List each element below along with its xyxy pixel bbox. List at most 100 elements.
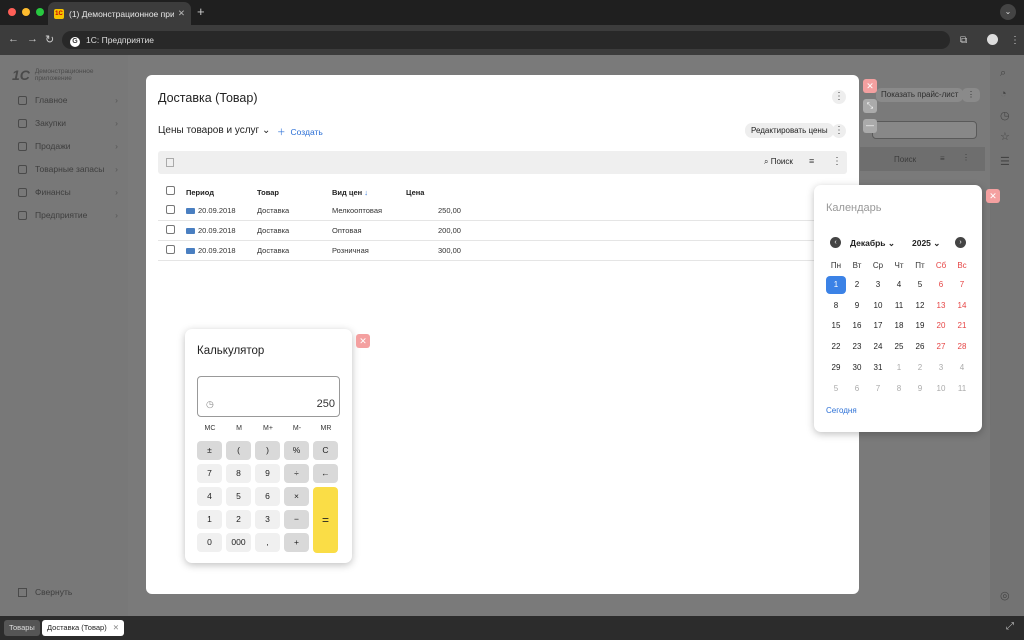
calendar-day[interactable]: 7 (952, 276, 972, 294)
background-select[interactable] (872, 121, 977, 139)
key-decimal[interactable]: , (255, 533, 280, 552)
sidebar-item-sales[interactable]: Продажи › (18, 141, 118, 151)
key-plus-minus[interactable]: ± (197, 441, 222, 460)
key-divide[interactable]: ÷ (284, 464, 309, 483)
key-minus[interactable]: − (284, 510, 309, 529)
calendar-day[interactable]: 2 (910, 359, 930, 377)
calendar-day[interactable]: 1 (889, 359, 909, 377)
expand-icon[interactable]: ⤡ (863, 99, 877, 113)
calendar-day[interactable]: 4 (889, 276, 909, 294)
memory-button[interactable]: M (226, 422, 252, 436)
user-icon[interactable]: ◎ (1000, 589, 1010, 602)
key-7[interactable]: 7 (197, 464, 222, 483)
sidebar-item-main[interactable]: Главное › (18, 95, 118, 105)
calendar-day[interactable]: 24 (868, 338, 888, 356)
sidebar-item-inventory[interactable]: Товарные запасы › (18, 164, 118, 174)
calendar-day[interactable]: 14 (952, 297, 972, 315)
search-icon[interactable]: ⌕ (1000, 67, 1006, 80)
calendar-day[interactable]: 19 (910, 317, 930, 335)
key-4[interactable]: 4 (197, 487, 222, 506)
window-tab-goods[interactable]: Товары (4, 620, 40, 636)
reload-icon[interactable]: ↻ (45, 33, 54, 46)
calendar-day[interactable]: 8 (826, 297, 846, 315)
key-5[interactable]: 5 (226, 487, 251, 506)
chart-icon[interactable]: ⤢ (1006, 621, 1014, 632)
calendar-day[interactable]: 2 (847, 276, 867, 294)
sidebar-item-purchases[interactable]: Закупки › (18, 118, 118, 128)
calendar-day[interactable]: 3 (868, 276, 888, 294)
sidebar-item-finance[interactable]: Финансы › (18, 187, 118, 197)
table-row[interactable]: 20.09.2018 Доставка Розничная 300,00 (158, 241, 847, 261)
today-link[interactable]: Сегодня (826, 406, 857, 415)
key-backspace[interactable]: ← (313, 464, 338, 483)
key-clear[interactable]: C (313, 441, 338, 460)
window-tab-delivery[interactable]: Доставка (Товар) ✕ (42, 620, 125, 636)
key-plus[interactable]: + (284, 533, 309, 552)
tab-search-button[interactable]: ⌄ (1000, 4, 1016, 20)
key-1[interactable]: 1 (197, 510, 222, 529)
address-bar[interactable]: G 1С: Предприятие (62, 31, 950, 49)
key-2[interactable]: 2 (226, 510, 251, 529)
key-open-paren[interactable]: ( (226, 441, 251, 460)
key-9[interactable]: 9 (255, 464, 280, 483)
calendar-day[interactable]: 28 (952, 338, 972, 356)
copy-icon[interactable] (166, 158, 174, 167)
key-close-paren[interactable]: ) (255, 441, 280, 460)
close-tab-icon[interactable]: ✕ (178, 8, 185, 19)
calendar-day[interactable]: 10 (931, 380, 951, 398)
key-8[interactable]: 8 (226, 464, 251, 483)
calendar-day[interactable]: 17 (868, 317, 888, 335)
row-checkbox[interactable] (166, 225, 175, 234)
calendar-day[interactable]: 6 (931, 276, 951, 294)
calendar-day[interactable]: 5 (826, 380, 846, 398)
zoom-window-button[interactable] (36, 8, 44, 16)
calendar-day[interactable]: 23 (847, 338, 867, 356)
calendar-day[interactable]: 21 (952, 317, 972, 335)
close-calculator-button[interactable]: ✕ (356, 334, 370, 348)
close-window-button[interactable] (8, 8, 16, 16)
calendar-day[interactable]: 4 (952, 359, 972, 377)
table-row[interactable]: 20.09.2018 Доставка Оптовая 200,00 (158, 221, 847, 241)
calendar-day[interactable]: 8 (889, 380, 909, 398)
show-price-list-button[interactable]: Показать прайс-лист (876, 88, 964, 102)
calendar-day[interactable]: 3 (931, 359, 951, 377)
memory-clear-button[interactable]: MC (197, 422, 223, 436)
column-item[interactable]: Товар (257, 188, 279, 197)
section-more-button[interactable]: ⋮ (832, 124, 846, 138)
sidebar-item-enterprise[interactable]: Предприятие › (18, 210, 118, 220)
create-button[interactable]: ＋ Создать (277, 126, 323, 138)
filter-icon[interactable]: ≡ (809, 156, 814, 166)
minimize-icon[interactable]: — (863, 119, 877, 133)
close-calendar-button[interactable]: ✕ (986, 189, 1000, 203)
calendar-day[interactable]: 20 (931, 317, 951, 335)
extensions-icon[interactable]: ⧉ (960, 35, 967, 46)
memory-recall-button[interactable]: MR (313, 422, 339, 436)
calendar-day[interactable]: 18 (889, 317, 909, 335)
calendar-day[interactable]: 29 (826, 359, 846, 377)
key-6[interactable]: 6 (255, 487, 280, 506)
history-icon[interactable]: ◷ (206, 399, 214, 410)
select-all-checkbox[interactable] (166, 186, 175, 195)
calendar-day[interactable]: 27 (931, 338, 951, 356)
background-search[interactable]: Поиск (894, 155, 916, 164)
forward-icon[interactable]: → (27, 33, 38, 45)
bell-icon[interactable]: ◔ (1000, 88, 1007, 100)
memory-add-button[interactable]: M+ (255, 422, 281, 436)
calendar-day[interactable]: 30 (847, 359, 867, 377)
close-modal-button[interactable]: ✕ (863, 79, 877, 93)
row-checkbox[interactable] (166, 205, 175, 214)
column-period[interactable]: Период (186, 188, 214, 197)
browser-tab[interactable]: 1С (1) Демонстрационное прил ✕ (48, 2, 191, 25)
calendar-day[interactable]: 9 (847, 297, 867, 315)
table-row[interactable]: 20.09.2018 Доставка Мелкооптовая 250,00 (158, 201, 847, 221)
new-tab-button[interactable]: + (197, 4, 205, 19)
edit-prices-button[interactable]: Редактировать цены (745, 123, 834, 138)
modal-more-button[interactable]: ⋮ (832, 90, 846, 104)
calendar-day[interactable]: 5 (910, 276, 930, 294)
row-checkbox[interactable] (166, 245, 175, 254)
collapse-sidebar-button[interactable]: Свернуть (18, 587, 72, 597)
calendar-day[interactable]: 15 (826, 317, 846, 335)
calendar-day[interactable]: 13 (931, 297, 951, 315)
column-price-type[interactable]: Вид цен ↓ (332, 188, 368, 197)
calendar-day[interactable]: 26 (910, 338, 930, 356)
